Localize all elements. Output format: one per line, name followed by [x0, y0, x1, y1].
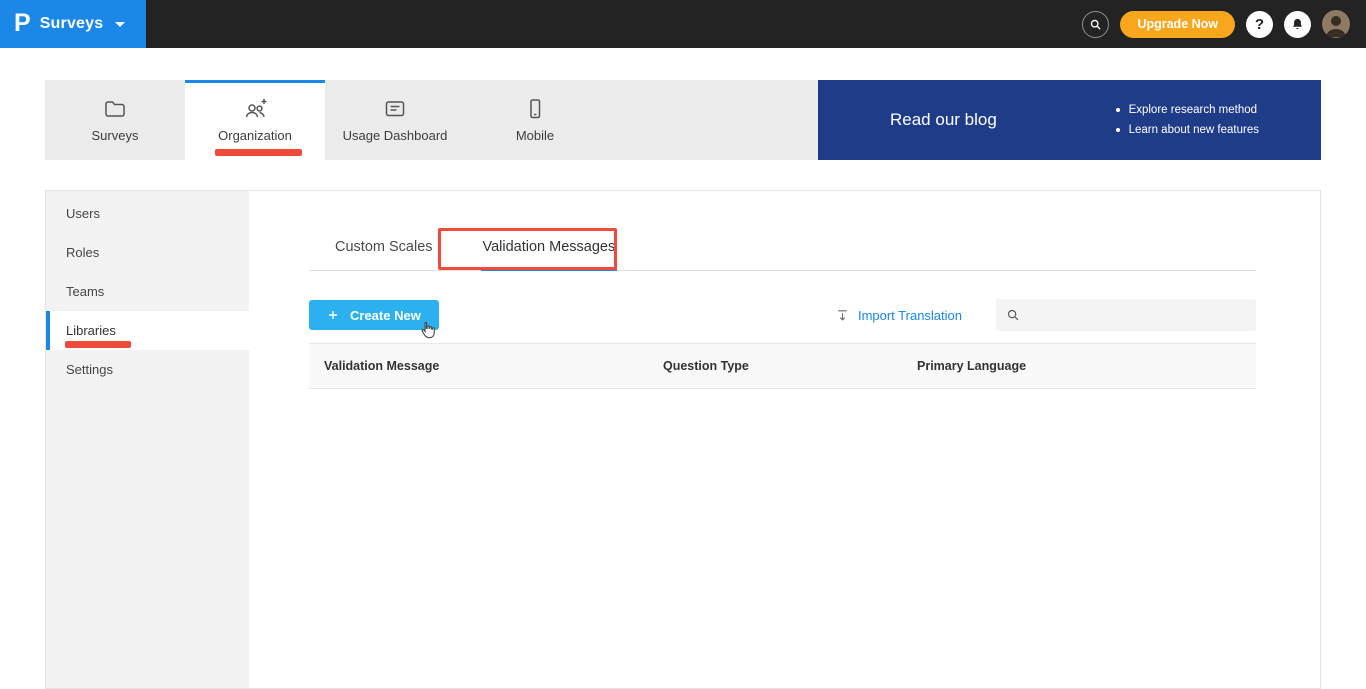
plus-icon — [327, 309, 339, 321]
sidebar-item-teams[interactable]: Teams — [46, 272, 249, 311]
brand-logo: P — [14, 8, 31, 37]
search-box — [996, 299, 1256, 331]
column-header-question-type: Question Type — [663, 359, 749, 373]
help-button[interactable]: ? — [1246, 10, 1273, 38]
sidebar-item-users[interactable]: Users — [46, 194, 249, 233]
mobile-icon — [523, 97, 547, 121]
module-tab-mobile[interactable]: Mobile — [465, 80, 605, 160]
column-header-validation-message: Validation Message — [324, 359, 440, 373]
sidebar-item-settings[interactable]: Settings — [46, 350, 249, 389]
annotation-box-validation-messages — [438, 228, 617, 270]
sidebar-item-label: Roles — [66, 245, 100, 260]
blog-bullet: Learn about new features — [1115, 124, 1259, 136]
module-tab-label: Surveys — [91, 128, 139, 143]
blog-bullet-text: Learn about new features — [1128, 124, 1259, 136]
module-tab-surveys[interactable]: Surveys — [45, 80, 185, 160]
toolbar-right: Import Translation — [835, 299, 1256, 331]
tab-custom-scales[interactable]: Custom Scales — [333, 233, 435, 270]
search-input[interactable] — [1027, 307, 1246, 323]
blog-bullet-list: Explore research method Learn about new … — [1115, 104, 1259, 136]
import-translation-label: Import Translation — [857, 307, 962, 323]
import-translation-link[interactable]: Import Translation — [835, 308, 962, 323]
module-tab-label: Organization — [218, 128, 292, 143]
upgrade-now-button[interactable]: Upgrade Now — [1120, 10, 1235, 38]
table-header-row: Validation Message Question Type Primary… — [309, 343, 1256, 389]
sidebar-item-label: Libraries — [66, 323, 116, 338]
app-name: Surveys — [39, 15, 104, 32]
settings-sidebar: Users Roles Teams Libraries Settings — [46, 191, 249, 688]
module-tab-label: Mobile — [515, 128, 555, 143]
topbar-actions: Upgrade Now ? — [1082, 10, 1366, 38]
module-tab-label: Usage Dashboard — [342, 128, 448, 143]
topbar: P Surveys Upgrade Now ? — [0, 0, 1366, 48]
blog-promo-panel[interactable]: Read our blog Explore research method Le… — [818, 80, 1321, 160]
module-nav: Surveys Organization Usage Dashboard Mob… — [45, 80, 1321, 160]
notifications-bell-icon[interactable] — [1284, 10, 1311, 38]
blog-bullet: Explore research method — [1115, 104, 1259, 116]
annotation-underline-libraries — [65, 341, 131, 348]
module-tab-organization[interactable]: Organization — [185, 80, 325, 160]
sidebar-item-roles[interactable]: Roles — [46, 233, 249, 272]
app-switcher[interactable]: P Surveys — [0, 0, 146, 48]
sidebar-item-label: Settings — [66, 362, 113, 377]
search-icon — [1006, 308, 1020, 322]
people-add-icon — [242, 97, 268, 121]
sidebar-item-label: Users — [66, 206, 100, 221]
module-tab-usage-dashboard[interactable]: Usage Dashboard — [325, 80, 465, 160]
dashboard-icon — [383, 97, 407, 121]
sidebar-item-label: Teams — [66, 284, 105, 299]
blog-bullet-text: Explore research method — [1128, 104, 1258, 116]
table-body-empty — [309, 389, 1256, 449]
main-card: Users Roles Teams Libraries Settings Cus… — [45, 190, 1321, 689]
libraries-content: Custom Scales Validation Messages Create… — [249, 191, 1320, 688]
avatar[interactable] — [1322, 10, 1350, 38]
bullet-dot — [1115, 108, 1120, 112]
search-icon[interactable] — [1082, 10, 1110, 38]
create-new-button[interactable]: Create New — [309, 300, 439, 330]
bullet-dot — [1115, 128, 1120, 132]
folder-icon — [103, 97, 127, 121]
column-header-primary-language: Primary Language — [917, 359, 1027, 373]
import-icon — [835, 308, 850, 323]
blog-title: Read our blog — [890, 110, 997, 129]
annotation-underline-organization — [215, 149, 302, 156]
create-new-label: Create New — [350, 307, 421, 323]
toolbar: Create New Import Translation — [309, 298, 1256, 332]
chevron-down-icon — [115, 21, 126, 27]
